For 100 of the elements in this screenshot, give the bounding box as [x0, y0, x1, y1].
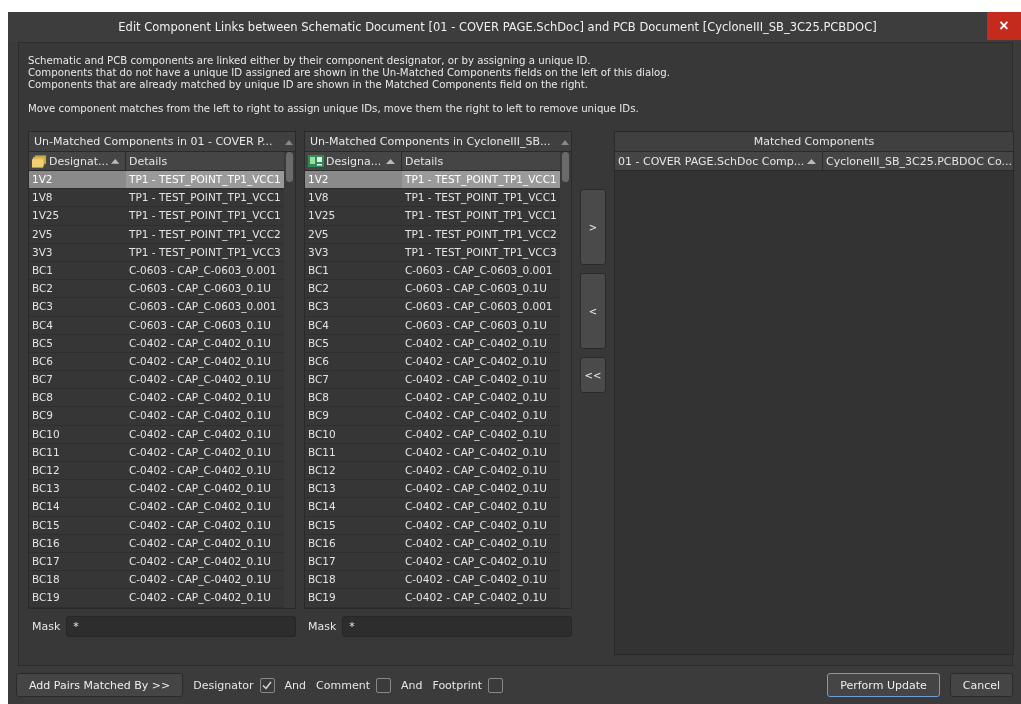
table-cell-text: C-0402 - CAP_C-0402_0.1U [404, 444, 548, 461]
table-cell-text: BC5 [31, 335, 55, 351]
table-cell-text: BC15 [307, 517, 337, 533]
table-cell-text: C-0402 - CAP_C-0402_0.1U [128, 372, 272, 388]
table-cell-text: BC2 [307, 281, 331, 297]
move-button[interactable]: << [580, 357, 606, 393]
table-cell-text: C-0402 - CAP_C-0402_0.1U [128, 390, 272, 406]
table-cell-text: TP1 - TEST_POINT_TP1_VCC3 [404, 244, 558, 261]
table-cell-text: C-0603 - CAP_C-0603_0.1U [128, 317, 272, 334]
dialog-button[interactable]: Perform Update [827, 673, 940, 697]
table-cell-text: C-0402 - CAP_C-0402_0.1U [128, 499, 272, 515]
column-header[interactable]: Designat... [29, 152, 126, 170]
table-cell-text: BC11 [307, 444, 337, 460]
criteria-label: Footprint [432, 678, 482, 692]
table-cell-text: C-0402 - CAP_C-0402_0.1U [404, 353, 548, 370]
move-button[interactable]: > [580, 189, 606, 265]
table-cell-text: 1V2 [31, 172, 54, 187]
checkbox[interactable] [488, 677, 503, 693]
checkbox[interactable] [375, 677, 391, 693]
checkbox[interactable] [259, 677, 275, 693]
table-cell-text: C-0603 - CAP_C-0603_0.001 [128, 262, 278, 279]
table-cell-text: C-0603 - CAP_C-0603_0.1U [404, 281, 548, 297]
table-cell-text: 3V3 [307, 244, 330, 260]
and-label: And [400, 678, 423, 692]
table-cell-text: 1V25 [307, 208, 337, 224]
table-cell-text: BC12 [31, 463, 61, 478]
table-cell-text: C-0603 - CAP_C-0603_0.1U [404, 317, 548, 334]
column-header[interactable]: CycloneIII_SB_3C25.PCBDOC Co... [823, 152, 1013, 170]
dialog-button[interactable]: Cancel [949, 673, 1013, 697]
criteria-label: Designator [193, 678, 254, 692]
table-cell-text: C-0402 - CAP_C-0402_0.1U [404, 408, 548, 424]
table-cell-text: C-0402 - CAP_C-0402_0.1U [128, 353, 272, 370]
table-cell-text: C-0402 - CAP_C-0402_0.1U [128, 444, 272, 461]
sort-arrow-icon [110, 158, 119, 164]
table-cell: TP1 - TEST_POINT_TP1_VCC1 [126, 171, 284, 189]
table-cell-text: BC10 [307, 426, 337, 442]
table-cell-text: C-0402 - CAP_C-0402_0.1U [128, 517, 272, 534]
description-text: Components that are already matched by unique ID are shown in the Matched Components field on the right. [28, 79, 590, 91]
table-cell-text: C-0402 - CAP_C-0402_0.1U [404, 517, 548, 534]
table-cell-text: C-0603 - CAP_C-0603_0.1U [128, 281, 272, 297]
panel-title: Un-Matched Components in 01 - COVER P... [33, 135, 274, 148]
description-text: Components that do not have a unique ID assigned are shown in the Un-Matched Components fields on the left of this dialog. [28, 67, 671, 79]
table-cell-text: 1V8 [307, 190, 330, 206]
table-cell-text: BC4 [307, 317, 331, 333]
table-cell-text: BC1 [31, 262, 55, 278]
table-cell-text: BC3 [307, 299, 331, 315]
table-cell-text: BC18 [31, 572, 61, 588]
add-pairs-button[interactable]: Add Pairs Matched By >> [16, 673, 184, 697]
mask-label: Mask [32, 619, 61, 633]
table-cell-text: C-0402 - CAP_C-0402_0.1U [404, 372, 548, 388]
table-cell-text: BC5 [307, 335, 331, 351]
table-cell-text: C-0402 - CAP_C-0402_0.1U [128, 590, 272, 606]
table-cell-text: BC1 [307, 262, 331, 278]
mask-field[interactable]: * [66, 615, 296, 637]
table-cell-text: BC14 [307, 499, 337, 515]
column-header[interactable]: 01 - COVER PAGE.SchDoc Comp... [615, 152, 823, 170]
table-cell-text: C-0402 - CAP_C-0402_0.1U [404, 572, 548, 588]
table-cell-text: C-0603 - CAP_C-0603_0.001 [404, 299, 554, 315]
and-label: And [284, 678, 307, 692]
sort-arrow-icon [386, 158, 395, 164]
table-cell-text: C-0402 - CAP_C-0402_0.1U [128, 553, 272, 570]
table-cell-text: BC18 [307, 572, 337, 588]
table-cell-text: C-0402 - CAP_C-0402_0.1U [404, 426, 548, 443]
table-cell-text: C-0402 - CAP_C-0402_0.1U [128, 535, 272, 552]
table-cell-text: 2V5 [31, 226, 54, 242]
scrollbar[interactable] [560, 152, 571, 608]
table-cell-text: C-0402 - CAP_C-0402_0.1U [404, 390, 548, 406]
table-cell-text: BC16 [31, 535, 61, 551]
table-cell-text: TP1 - TEST_POINT_TP1_VCC1 [128, 208, 282, 224]
column-header[interactable]: Details [402, 152, 560, 170]
column-header[interactable]: Designa... [305, 152, 402, 170]
table-cell-text: C-0402 - CAP_C-0402_0.1U [128, 426, 272, 443]
move-button[interactable]: < [580, 273, 606, 349]
column-title: Designa... [326, 154, 382, 168]
table-cell-text: TP1 - TEST_POINT_TP1_VCC1 [404, 190, 558, 206]
mask-label: Mask [308, 619, 337, 633]
panel-title: Matched Components [615, 132, 1013, 152]
table-cell-text: C-0402 - CAP_C-0402_0.1U [404, 535, 548, 552]
table-cell-text: 1V2 [307, 172, 330, 187]
folder-stack-icon [32, 154, 47, 168]
table-cell-text: C-0402 - CAP_C-0402_0.1U [404, 590, 548, 606]
table-cell-text: TP1 - TEST_POINT_TP1_VCC1 [128, 190, 282, 206]
table-cell-text: C-0402 - CAP_C-0402_0.1U [404, 463, 548, 479]
mask-field[interactable]: * [342, 615, 572, 637]
table-cell-text: BC17 [31, 553, 61, 569]
column-header[interactable]: Details [126, 152, 284, 170]
table-cell-text: BC17 [307, 553, 337, 569]
table-cell-text: TP1 - TEST_POINT_TP1_VCC1 [404, 208, 558, 224]
table-cell: TP1 - TEST_POINT_TP1_VCC1 [402, 171, 560, 189]
table-cell-text: BC8 [31, 390, 55, 406]
scrollbar[interactable] [284, 152, 295, 608]
window-title: Edit Component Links between Schematic Document [01 - COVER PAGE.SchDoc] and PCB Document [CycloneIII_SB_3C25.PCBDOC] [117, 20, 878, 34]
panel-title: Un-Matched Components in CycloneIII_SB... [309, 135, 552, 148]
column-title: 01 - COVER PAGE.SchDoc Comp... [618, 154, 805, 168]
table-cell-text: BC9 [31, 408, 55, 424]
table-cell-text: BC4 [31, 317, 55, 333]
table-cell-text: BC6 [307, 353, 331, 369]
table-cell-text: C-0402 - CAP_C-0402_0.1U [404, 499, 548, 515]
table-cell-text: C-0402 - CAP_C-0402_0.1U [128, 572, 272, 588]
close-button[interactable]: × [987, 12, 1021, 40]
